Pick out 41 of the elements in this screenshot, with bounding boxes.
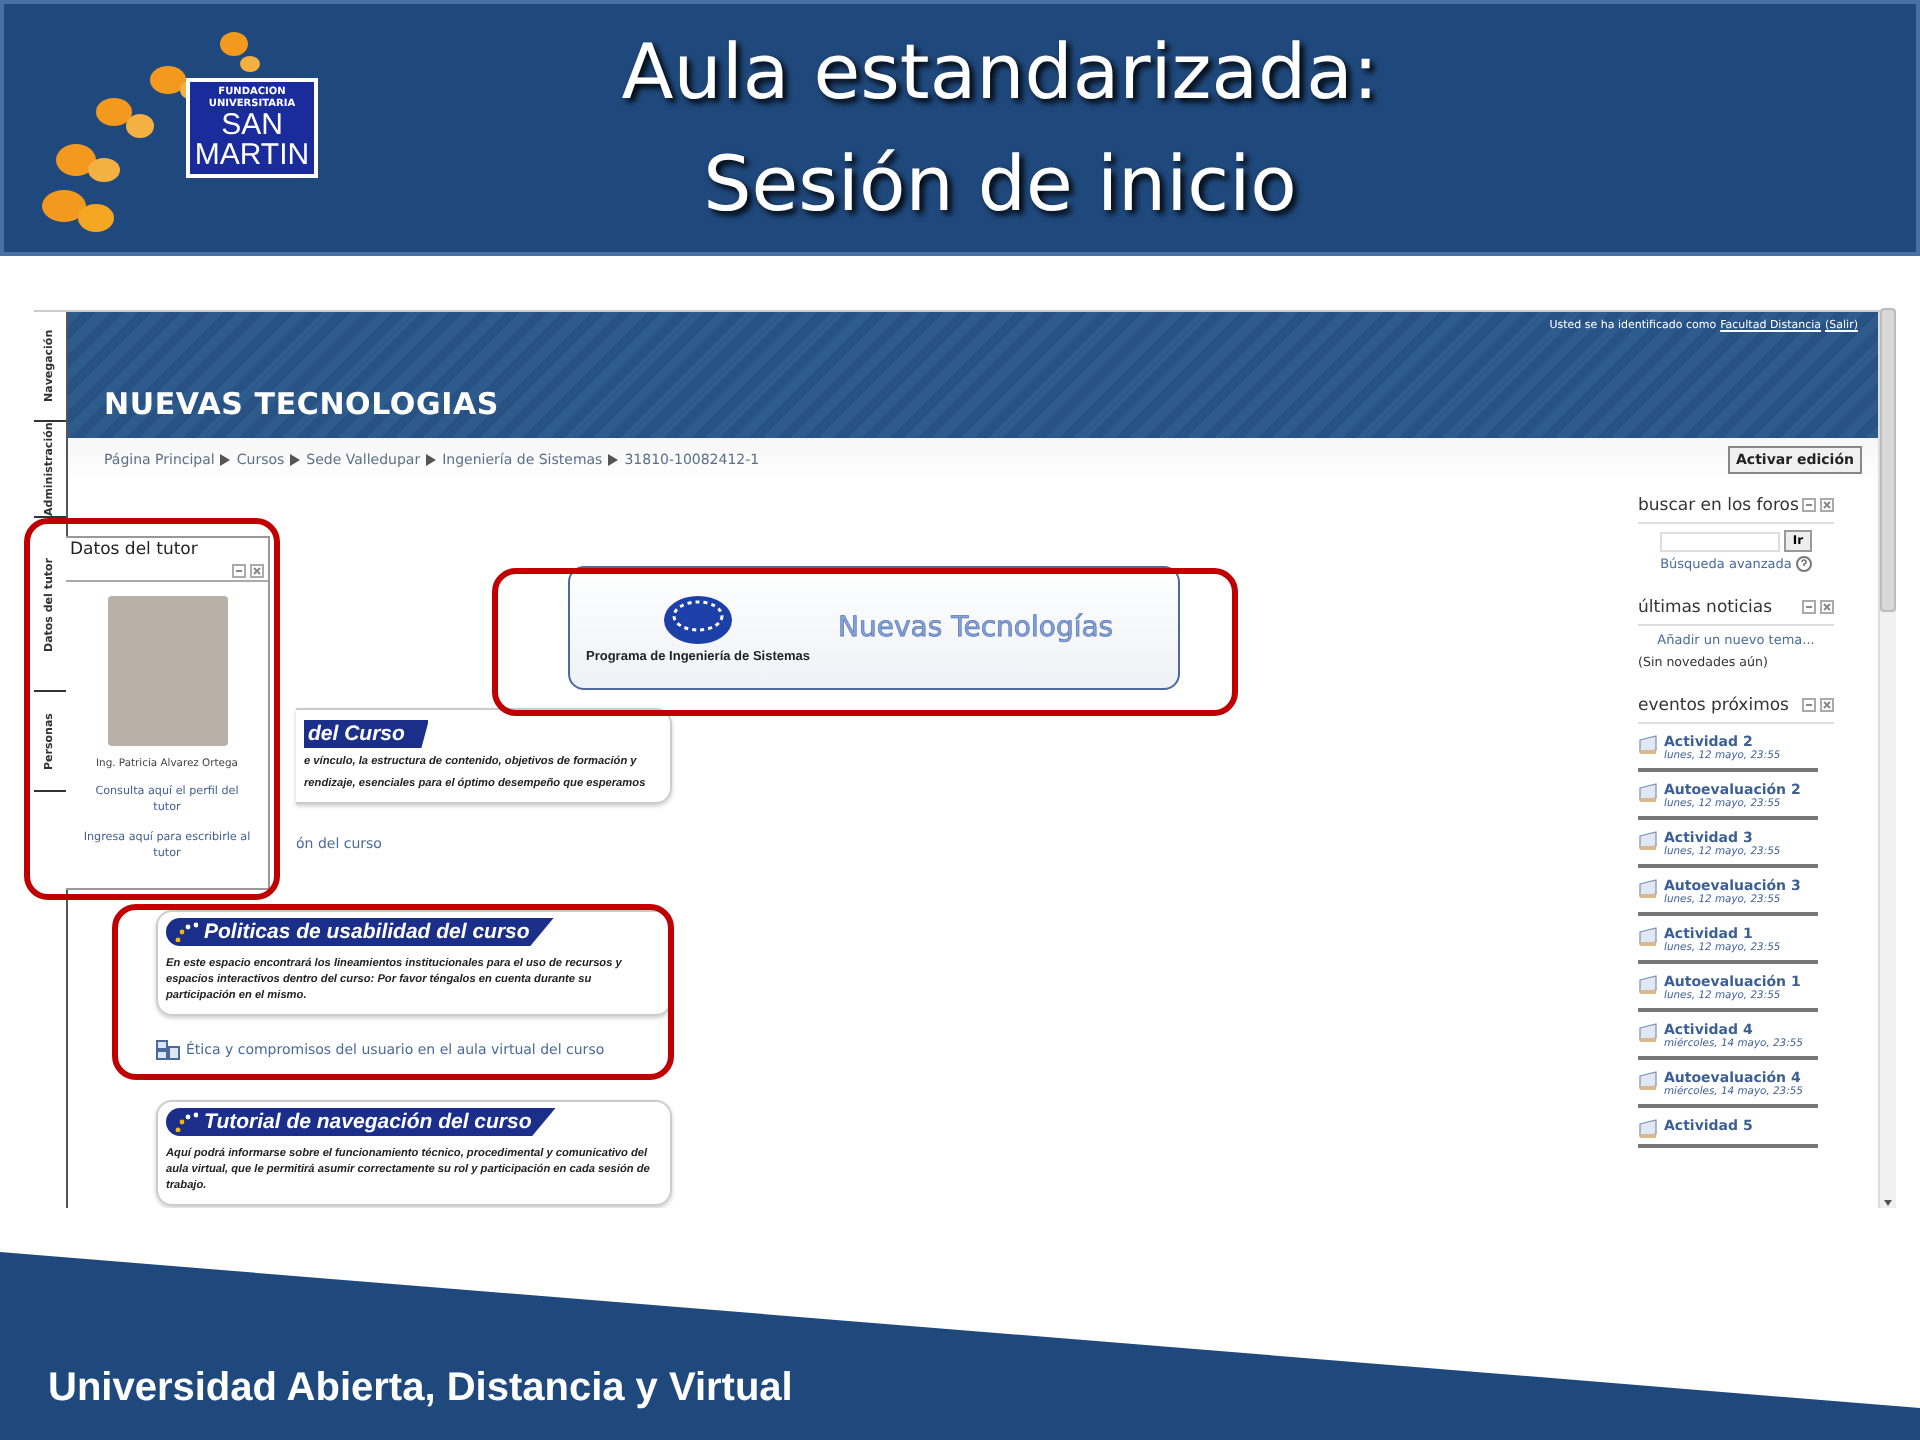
section-title: Politicas de usabilidad del curso bbox=[204, 920, 530, 944]
search-field[interactable] bbox=[1660, 531, 1781, 551]
block-title: últimas noticias bbox=[1638, 596, 1773, 620]
section-title: del Curso bbox=[308, 722, 405, 746]
footer-text: Universidad Abierta, Distancia y Virtual bbox=[48, 1366, 793, 1412]
calendar-icon bbox=[1638, 974, 1658, 994]
calendar-icon bbox=[1638, 1118, 1658, 1138]
dots-icon bbox=[174, 922, 198, 942]
block-title: eventos próximos bbox=[1638, 694, 1789, 718]
block-title: buscar en los foros bbox=[1638, 494, 1799, 518]
slide-title: Sesión de inicio bbox=[703, 138, 1297, 232]
collapse-icon bbox=[1802, 498, 1816, 512]
pages-icon bbox=[156, 1040, 180, 1060]
block-title: Datos del tutor bbox=[70, 540, 200, 560]
calendar-icon bbox=[1638, 1022, 1658, 1042]
calendar-icon bbox=[1638, 1070, 1658, 1090]
breadcrumb-arrow-icon bbox=[608, 454, 619, 466]
calendar-icon bbox=[1638, 926, 1658, 946]
collapse-icon bbox=[1802, 698, 1816, 712]
breadcrumb-arrow-icon bbox=[220, 454, 231, 466]
scrollbar-thumb[interactable] bbox=[1880, 308, 1896, 612]
close-icon bbox=[1820, 600, 1834, 614]
logo-text: MARTIN bbox=[194, 140, 310, 170]
dots-icon bbox=[174, 1112, 198, 1132]
collapse-icon bbox=[1802, 600, 1816, 614]
breadcrumb-arrow-icon bbox=[290, 454, 301, 466]
calendar-icon bbox=[1638, 878, 1658, 898]
calendar-icon bbox=[1638, 830, 1658, 850]
close-icon bbox=[1820, 698, 1834, 712]
help-icon bbox=[1795, 556, 1812, 572]
logo-text: SAN bbox=[221, 110, 283, 140]
scroll-down-icon bbox=[1882, 1198, 1894, 1208]
course-title: NUEVAS TECNOLOGIAS bbox=[104, 386, 501, 422]
calendar-icon bbox=[1638, 782, 1658, 802]
program-logo-icon bbox=[662, 593, 734, 645]
slide-title: Aula estandarizada: bbox=[621, 26, 1379, 120]
breadcrumb-arrow-icon bbox=[426, 454, 437, 466]
calendar-icon bbox=[1638, 734, 1658, 754]
section-title: Tutorial de navegación del curso bbox=[204, 1110, 532, 1134]
close-icon bbox=[1820, 498, 1834, 512]
course-name: Nuevas Tecnologías bbox=[838, 612, 1114, 644]
